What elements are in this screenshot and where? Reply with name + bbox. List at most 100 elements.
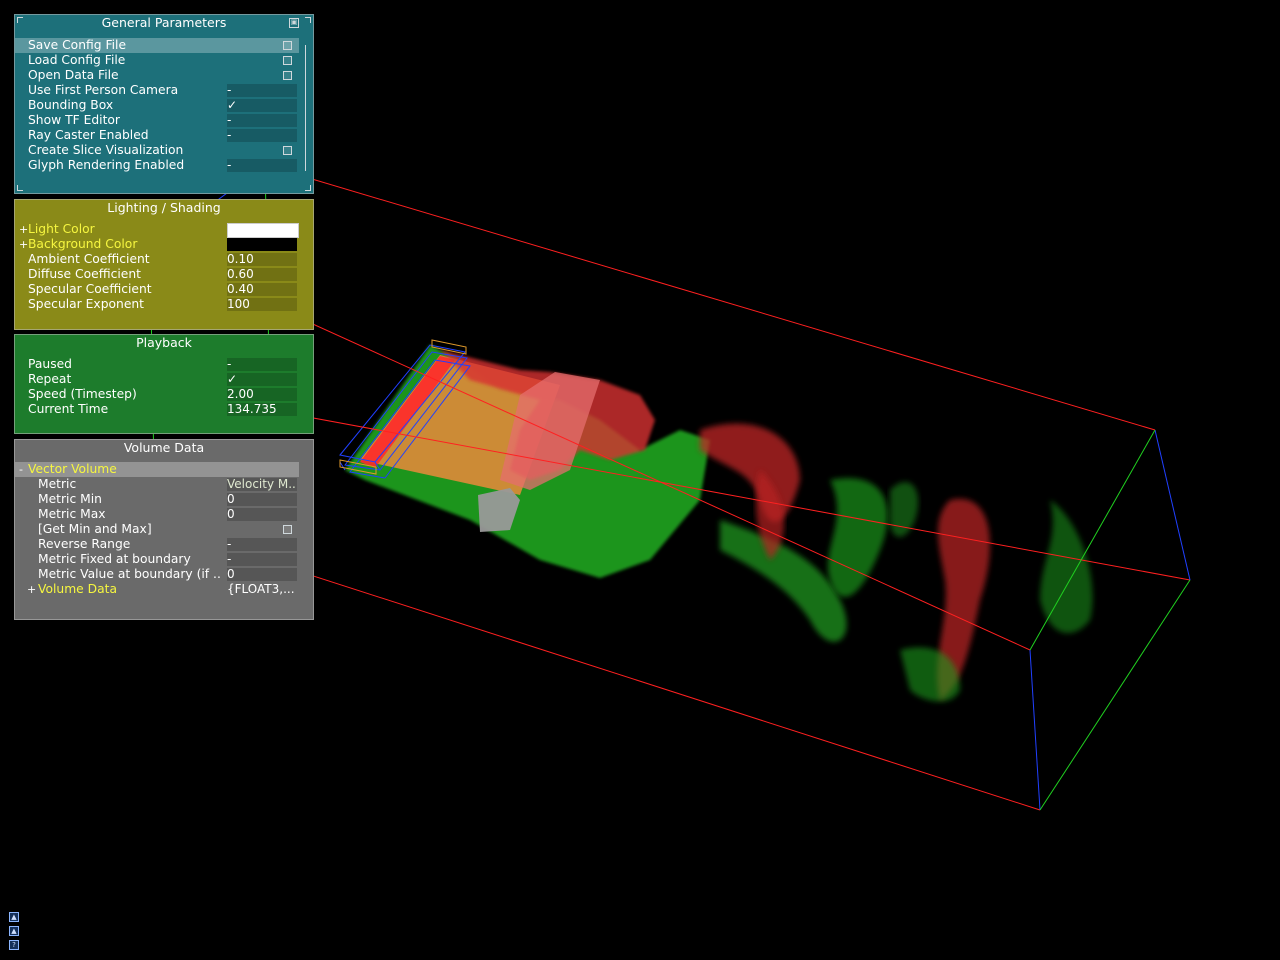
value-field[interactable]: {FLOAT3,... bbox=[227, 583, 297, 596]
minimize-icon[interactable]: ▣ bbox=[289, 18, 299, 28]
group-label: Volume Data bbox=[38, 582, 118, 596]
row-label: Use First Person Camera bbox=[28, 83, 179, 97]
value-field[interactable]: 0.40 bbox=[227, 283, 297, 296]
paused-toggle[interactable]: Paused - bbox=[15, 357, 299, 372]
scrollbar[interactable] bbox=[302, 41, 310, 177]
diffuse-coefficient-field[interactable]: Diffuse Coefficient 0.60 bbox=[15, 267, 299, 282]
volume-data-panel: Volume Data - Vector Volume Metric Veloc… bbox=[14, 439, 314, 620]
value-field[interactable]: 134.735 bbox=[227, 403, 297, 416]
metric-select[interactable]: Metric Velocity M.. bbox=[15, 477, 299, 492]
corner-mark bbox=[305, 185, 311, 191]
toggle-value[interactable]: - bbox=[227, 84, 297, 97]
help-icon[interactable]: ? bbox=[9, 940, 19, 950]
metric-fixed-boundary-toggle[interactable]: Metric Fixed at boundary - bbox=[15, 552, 299, 567]
speed-field[interactable]: Speed (Timestep) 2.00 bbox=[15, 387, 299, 402]
value-field[interactable]: 0 bbox=[227, 508, 297, 521]
row-label: Save Config File bbox=[28, 38, 127, 52]
show-tf-editor-toggle[interactable]: Show TF Editor - bbox=[15, 113, 299, 128]
expand-icon[interactable]: + bbox=[27, 582, 36, 597]
volume-data-subgroup[interactable]: + Volume Data {FLOAT3,... bbox=[15, 582, 299, 597]
value-field[interactable]: Velocity M.. bbox=[227, 478, 297, 491]
row-label: Metric Fixed at boundary bbox=[38, 552, 191, 566]
metric-min-field[interactable]: Metric Min 0 bbox=[15, 492, 299, 507]
metric-value-boundary-field[interactable]: Metric Value at boundary (if .. 0 bbox=[15, 567, 299, 582]
row-label: Create Slice Visualization bbox=[28, 143, 184, 157]
value-field[interactable]: 0.60 bbox=[227, 268, 297, 281]
toggle-value[interactable]: - bbox=[227, 358, 297, 371]
panel-toggle-icon[interactable]: ▲ bbox=[9, 912, 19, 922]
background-color-swatch[interactable] bbox=[227, 238, 297, 251]
bounding-box-toggle[interactable]: Bounding Box ✓ bbox=[15, 98, 299, 113]
row-label: Bounding Box bbox=[28, 98, 114, 112]
corner-mark bbox=[17, 17, 23, 23]
group-label: Vector Volume bbox=[28, 462, 117, 476]
glyph-rendering-toggle[interactable]: Glyph Rendering Enabled - bbox=[15, 158, 299, 173]
panel-title: General Parameters bbox=[101, 15, 227, 30]
row-label: Metric bbox=[38, 477, 77, 491]
value-field[interactable]: 0 bbox=[227, 493, 297, 506]
get-min-max-button[interactable]: [Get Min and Max] bbox=[15, 522, 299, 537]
first-person-camera-toggle[interactable]: Use First Person Camera - bbox=[15, 83, 299, 98]
row-label: Speed (Timestep) bbox=[28, 387, 137, 401]
row-label: Diffuse Coefficient bbox=[28, 267, 141, 281]
row-label: Specular Exponent bbox=[28, 297, 144, 311]
panel-title: Playback bbox=[136, 335, 192, 350]
row-label: Load Config File bbox=[28, 53, 126, 67]
open-data-file-button[interactable]: Open Data File bbox=[15, 68, 299, 83]
row-label: Ray Caster Enabled bbox=[28, 128, 149, 142]
specular-coefficient-field[interactable]: Specular Coefficient 0.40 bbox=[15, 282, 299, 297]
light-color-group[interactable]: + Light Color bbox=[15, 222, 299, 238]
volume-flow-render bbox=[345, 345, 1093, 702]
metric-max-field[interactable]: Metric Max 0 bbox=[15, 507, 299, 522]
checkbox-icon[interactable] bbox=[283, 146, 292, 155]
value-field[interactable]: 0 bbox=[227, 568, 297, 581]
toggle-value[interactable]: - bbox=[227, 553, 297, 566]
expand-icon[interactable]: + bbox=[19, 222, 28, 237]
load-config-file-button[interactable]: Load Config File bbox=[15, 53, 299, 68]
toggle-value[interactable]: - bbox=[227, 538, 297, 551]
row-label: Metric Max bbox=[38, 507, 106, 521]
row-label: Specular Coefficient bbox=[28, 282, 152, 296]
value-field[interactable]: 2.00 bbox=[227, 388, 297, 401]
scroll-track[interactable] bbox=[305, 45, 306, 171]
background-color-group[interactable]: + Background Color bbox=[15, 237, 299, 252]
checkbox-icon[interactable] bbox=[283, 525, 292, 534]
panel-toggle-icon[interactable]: ▲ bbox=[9, 926, 19, 936]
general-parameters-panel: General Parameters ▣ Save Config File Lo… bbox=[14, 14, 314, 194]
panel-title: Lighting / Shading bbox=[107, 200, 221, 215]
toggle-value[interactable]: - bbox=[227, 129, 297, 142]
row-label: Paused bbox=[28, 357, 72, 371]
checkmark-icon[interactable]: ✓ bbox=[227, 99, 297, 112]
row-label: Metric Value at boundary (if .. bbox=[38, 567, 221, 581]
ambient-coefficient-field[interactable]: Ambient Coefficient 0.10 bbox=[15, 252, 299, 267]
ray-caster-toggle[interactable]: Ray Caster Enabled - bbox=[15, 128, 299, 143]
checkbox-icon[interactable] bbox=[283, 41, 292, 50]
checkbox-icon[interactable] bbox=[283, 56, 292, 65]
save-config-file-button[interactable]: Save Config File bbox=[15, 38, 299, 53]
vector-volume-group[interactable]: - Vector Volume bbox=[15, 462, 299, 477]
current-time-field[interactable]: Current Time 134.735 bbox=[15, 402, 299, 417]
repeat-toggle[interactable]: Repeat ✓ bbox=[15, 372, 299, 387]
toggle-value[interactable]: - bbox=[227, 114, 297, 127]
row-label: [Get Min and Max] bbox=[38, 522, 152, 536]
row-label: Glyph Rendering Enabled bbox=[28, 158, 185, 172]
green-wisp-4 bbox=[1040, 500, 1093, 634]
checkmark-icon[interactable]: ✓ bbox=[227, 373, 297, 386]
collapse-icon[interactable]: - bbox=[19, 462, 23, 477]
checkbox-icon[interactable] bbox=[283, 71, 292, 80]
reverse-range-toggle[interactable]: Reverse Range - bbox=[15, 537, 299, 552]
corner-mark bbox=[17, 185, 23, 191]
row-label: Current Time bbox=[28, 402, 109, 416]
value-field[interactable]: 100 bbox=[227, 298, 297, 311]
row-label: Repeat bbox=[28, 372, 72, 386]
green-wisp-2 bbox=[827, 478, 888, 597]
row-label: Metric Min bbox=[38, 492, 102, 506]
create-slice-visualization-button[interactable]: Create Slice Visualization bbox=[15, 143, 299, 158]
light-color-swatch[interactable] bbox=[227, 223, 299, 238]
toggle-value[interactable]: - bbox=[227, 159, 297, 172]
expand-icon[interactable]: + bbox=[19, 237, 28, 252]
row-label: Reverse Range bbox=[38, 537, 131, 551]
specular-exponent-field[interactable]: Specular Exponent 100 bbox=[15, 297, 299, 312]
corner-mark bbox=[305, 17, 311, 23]
value-field[interactable]: 0.10 bbox=[227, 253, 297, 266]
